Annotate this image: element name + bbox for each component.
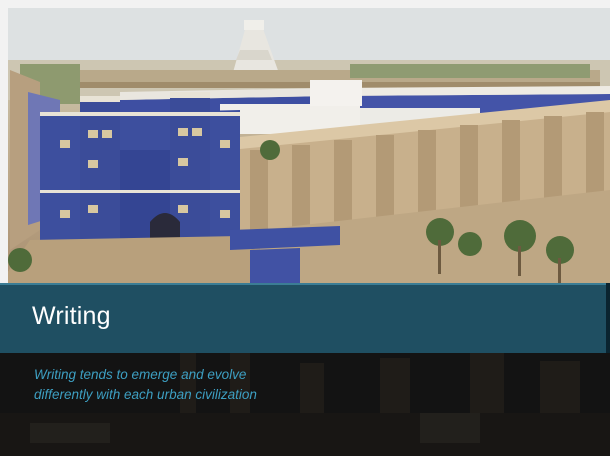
subtitle-line-1: Writing tends to emerge and evolve — [34, 367, 247, 382]
title-band-edge — [606, 283, 610, 353]
slide-title: Writing — [32, 302, 111, 330]
title-band: Writing — [0, 283, 610, 353]
slide-subtitle: Writing tends to emerge and evolve diffe… — [34, 365, 454, 405]
image-frame-top — [0, 0, 610, 8]
slide: Writing Writing tends to emerge and evol… — [0, 0, 610, 456]
image-frame-left — [0, 0, 8, 283]
babylon-city-illustration — [0, 0, 610, 283]
subtitle-line-2: differently with each urban civilization — [34, 387, 257, 402]
